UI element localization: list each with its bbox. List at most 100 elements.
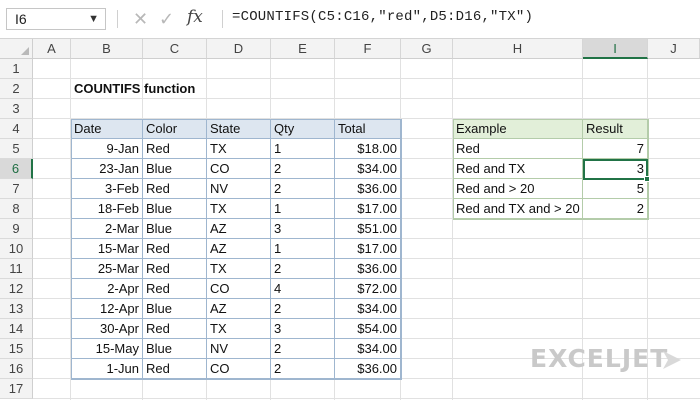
table-cell[interactable]: AZ [207,239,271,259]
table-header-cell[interactable]: Date [71,119,143,139]
row-header-17[interactable]: 17 [0,379,33,399]
table-cell[interactable]: Blue [143,219,207,239]
summary-cell[interactable]: 5 [583,179,648,199]
table-header-cell[interactable]: State [207,119,271,139]
fx-icon[interactable]: fx [187,7,203,27]
table-cell[interactable]: $17.00 [335,199,401,219]
row-header-15[interactable]: 15 [0,339,33,359]
table-cell[interactable]: Blue [143,339,207,359]
table-cell[interactable]: AZ [207,299,271,319]
table-cell[interactable]: Blue [143,159,207,179]
table-cell[interactable]: Red [143,179,207,199]
row-header-12[interactable]: 12 [0,279,33,299]
formula-input[interactable]: =COUNTIFS(C5:C16,"red",D5:D16,"TX") [232,9,533,25]
row-header-6[interactable]: 6 [0,159,33,179]
table-cell[interactable]: 23-Jan [71,159,143,179]
row-header-13[interactable]: 13 [0,299,33,319]
row-header-4[interactable]: 4 [0,119,33,139]
table-cell[interactable]: 4 [271,279,335,299]
table-cell[interactable]: 25-Mar [71,259,143,279]
row-header-16[interactable]: 16 [0,359,33,379]
row-header-5[interactable]: 5 [0,139,33,159]
table-cell[interactable]: $34.00 [335,159,401,179]
summary-cell[interactable]: Red and TX and > 20 [453,199,583,219]
table-cell[interactable]: 1 [271,139,335,159]
table-cell[interactable]: $72.00 [335,279,401,299]
table-cell[interactable]: Red [143,279,207,299]
table-cell[interactable]: CO [207,279,271,299]
table-cell[interactable]: CO [207,359,271,379]
column-header-j[interactable]: J [648,39,700,59]
table-cell[interactable]: $17.00 [335,239,401,259]
table-cell[interactable]: 30-Apr [71,319,143,339]
table-header-cell[interactable]: Total [335,119,401,139]
table-cell[interactable]: TX [207,199,271,219]
table-cell[interactable]: 2 [271,179,335,199]
x-icon[interactable]: ✕ [133,8,148,30]
chevron-down-icon[interactable]: ▼ [88,9,99,29]
name-box[interactable]: I6 ▼ [6,8,106,30]
table-cell[interactable]: $36.00 [335,259,401,279]
table-cell[interactable]: 15-Mar [71,239,143,259]
table-cell[interactable]: 2 [271,159,335,179]
table-cell[interactable]: Blue [143,199,207,219]
table-cell[interactable]: 3-Feb [71,179,143,199]
row-header-2[interactable]: 2 [0,79,33,99]
table-cell[interactable]: 2 [271,299,335,319]
table-cell[interactable]: 3 [271,219,335,239]
summary-cell[interactable]: 2 [583,199,648,219]
table-cell[interactable]: TX [207,139,271,159]
row-header-7[interactable]: 7 [0,179,33,199]
column-header-c[interactable]: C [143,39,207,59]
table-cell[interactable]: $54.00 [335,319,401,339]
table-cell[interactable]: 15-May [71,339,143,359]
select-all-button[interactable] [0,39,33,59]
table-cell[interactable]: $36.00 [335,179,401,199]
table-cell[interactable]: 2-Apr [71,279,143,299]
summary-cell[interactable]: Red [453,139,583,159]
table-header-cell[interactable]: Qty [271,119,335,139]
fill-handle[interactable] [644,176,650,182]
check-icon[interactable]: ✓ [159,8,174,30]
column-header-b[interactable]: B [71,39,143,59]
table-cell[interactable]: 1 [271,239,335,259]
table-cell[interactable]: 1-Jun [71,359,143,379]
row-header-8[interactable]: 8 [0,199,33,219]
table-cell[interactable]: CO [207,159,271,179]
table-cell[interactable]: 2 [271,339,335,359]
table-cell[interactable]: $34.00 [335,339,401,359]
table-cell[interactable]: TX [207,259,271,279]
table-cell[interactable]: 3 [271,319,335,339]
table-cell[interactable]: 18-Feb [71,199,143,219]
summary-cell[interactable]: Red and > 20 [453,179,583,199]
column-header-h[interactable]: H [453,39,583,59]
table-cell[interactable]: TX [207,319,271,339]
row-header-1[interactable]: 1 [0,59,33,79]
summary-cell[interactable]: Red and TX [453,159,583,179]
table-cell[interactable]: Red [143,319,207,339]
table-cell[interactable]: 1 [271,199,335,219]
summary-header-cell[interactable]: Example [453,119,583,139]
table-cell[interactable]: Red [143,239,207,259]
column-header-i[interactable]: I [583,39,648,59]
table-cell[interactable]: 2-Mar [71,219,143,239]
table-cell[interactable]: $51.00 [335,219,401,239]
table-cell[interactable]: Red [143,139,207,159]
table-cell[interactable]: Red [143,359,207,379]
row-header-9[interactable]: 9 [0,219,33,239]
table-cell[interactable]: 2 [271,359,335,379]
table-cell[interactable]: NV [207,339,271,359]
table-cell[interactable]: 12-Apr [71,299,143,319]
summary-header-cell[interactable]: Result [583,119,648,139]
summary-cell[interactable]: 3 [583,159,648,179]
table-cell[interactable]: Blue [143,299,207,319]
row-header-11[interactable]: 11 [0,259,33,279]
table-cell[interactable]: 2 [271,259,335,279]
column-header-f[interactable]: F [335,39,401,59]
table-cell[interactable]: $34.00 [335,299,401,319]
column-header-a[interactable]: A [33,39,71,59]
table-header-cell[interactable]: Color [143,119,207,139]
column-header-e[interactable]: E [271,39,335,59]
summary-cell[interactable]: 7 [583,139,648,159]
table-cell[interactable]: NV [207,179,271,199]
